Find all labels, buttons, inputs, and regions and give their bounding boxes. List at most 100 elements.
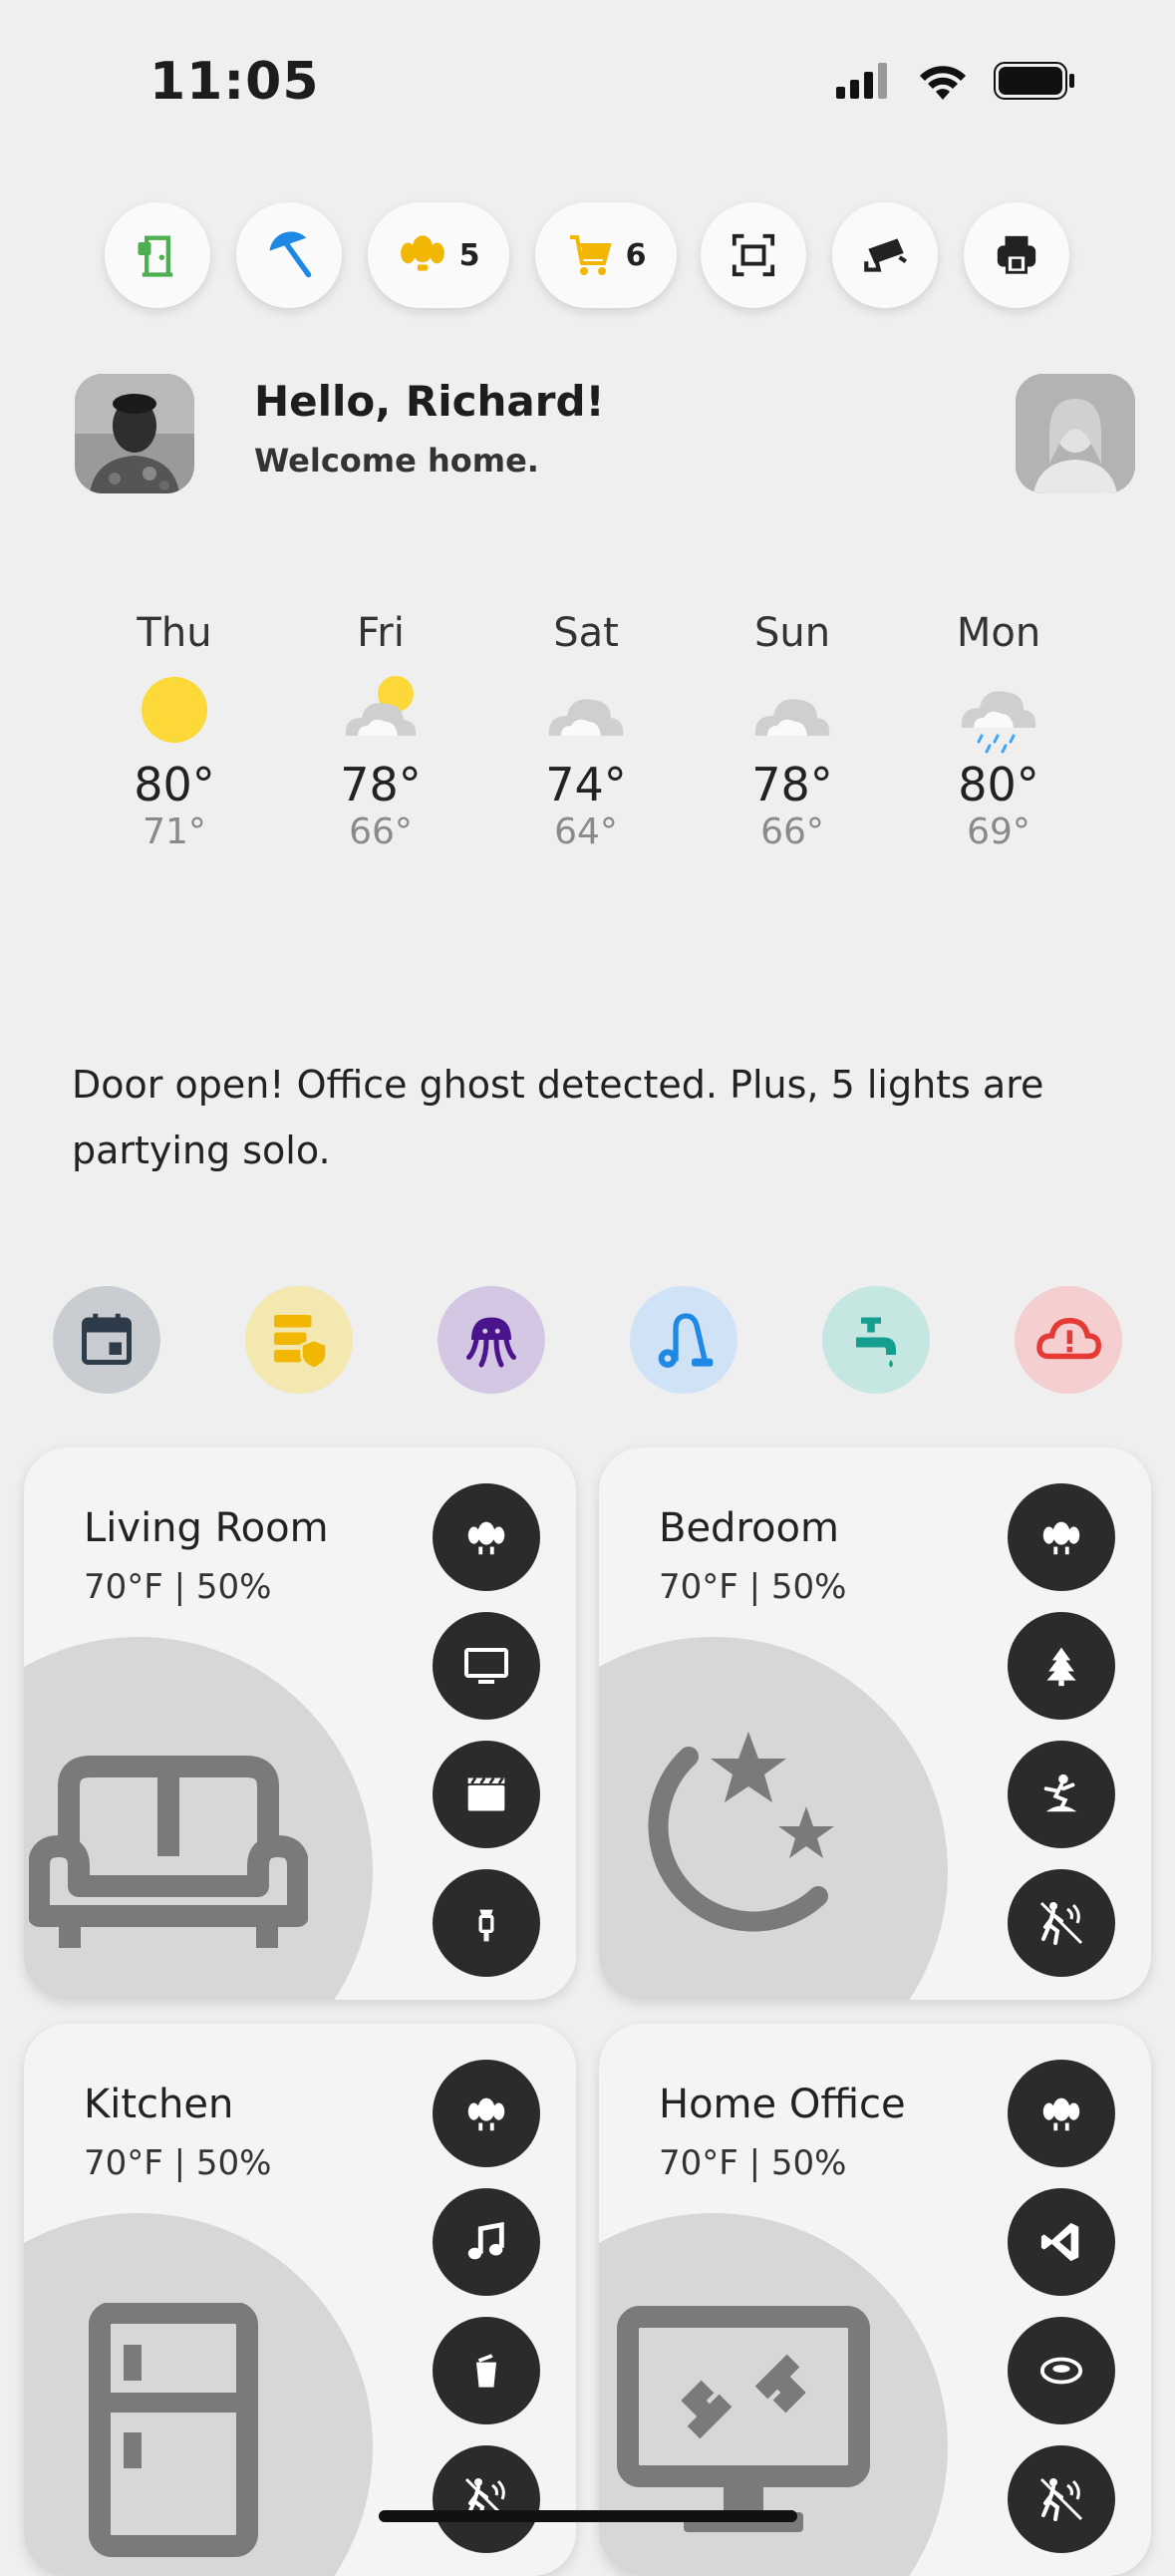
- room-climate: 70°F | 50%: [84, 2143, 272, 2183]
- chip-lights[interactable]: 5: [368, 202, 509, 308]
- kitchen-light-button[interactable]: [433, 2060, 540, 2167]
- app-calendar[interactable]: [53, 1286, 160, 1394]
- home-indicator[interactable]: [379, 2510, 797, 2522]
- room-climate: 70°F | 50%: [659, 1567, 847, 1607]
- lantern-icon: [478, 1909, 494, 1942]
- sunny-icon: [142, 677, 207, 743]
- cloudy-icon: [548, 699, 624, 736]
- pine-tree-icon: [1046, 1647, 1076, 1687]
- lights-count: 5: [458, 237, 480, 273]
- weather-day-fri: Fri 78° 66°: [316, 610, 445, 852]
- user-avatar[interactable]: [75, 374, 194, 493]
- weather-day-label: Mon: [956, 610, 1041, 656]
- office-vscode-button[interactable]: [1008, 2188, 1115, 2296]
- wifi-icon: [920, 66, 966, 100]
- kitchen-music-button[interactable]: [433, 2188, 540, 2296]
- ceiling-light-icon: [1042, 2097, 1080, 2131]
- shopping-cart-icon: [569, 235, 612, 275]
- shopping-count: 6: [625, 237, 647, 273]
- ceiling-light-icon: [467, 1521, 505, 1555]
- status-icons: [836, 62, 1075, 100]
- motion-sensor-off-icon: [1039, 1901, 1083, 1945]
- bedroom-motion-button[interactable]: [1008, 1869, 1115, 1977]
- room-climate: 70°F | 50%: [84, 1567, 272, 1607]
- weather-day-label: Sat: [553, 610, 619, 656]
- server-shield-icon: [274, 1315, 328, 1370]
- office-motion-button[interactable]: [1008, 2445, 1115, 2553]
- app-cloud-alert[interactable]: [1015, 1286, 1122, 1394]
- room-name: Bedroom: [659, 1505, 839, 1551]
- weather-day-thu: Thu 80° 71°: [110, 610, 239, 852]
- office-vacuum-button[interactable]: [1008, 2317, 1115, 2424]
- app-vacuum[interactable]: [630, 1286, 737, 1394]
- app-jellyfish[interactable]: [438, 1286, 545, 1394]
- living-room-light-button[interactable]: [433, 1483, 540, 1591]
- music-note-icon: [467, 2221, 504, 2260]
- door-open-icon: [138, 235, 173, 277]
- calendar-icon: [82, 1313, 132, 1365]
- room-card-living-room[interactable]: Living Room 70°F | 50%: [24, 1448, 576, 2000]
- room-card-bedroom[interactable]: Bedroom 70°F | 50%: [599, 1448, 1151, 2000]
- cloudy-icon: [754, 699, 830, 736]
- kitchen-trash-button[interactable]: [433, 2317, 540, 2424]
- living-room-movie-button[interactable]: [433, 1741, 540, 1848]
- room-climate: 70°F | 50%: [659, 2143, 847, 2183]
- weather-day-sun: Sun 78° 66°: [728, 610, 857, 852]
- security-camera-icon: [864, 238, 907, 272]
- kitchen-motion-button[interactable]: [433, 2445, 540, 2553]
- chip-camera[interactable]: [832, 202, 938, 308]
- vscode-icon: [1040, 2222, 1079, 2262]
- ceiling-light-icon: [1042, 1521, 1080, 1555]
- chip-shopping[interactable]: 6: [535, 202, 677, 308]
- living-room-tv-button[interactable]: [433, 1612, 540, 1720]
- greeting-subtitle: Welcome home.: [254, 442, 539, 480]
- chip-weather[interactable]: [236, 202, 342, 308]
- secondary-user-avatar[interactable]: [1016, 374, 1135, 493]
- greeting-title: Hello, Richard!: [254, 377, 605, 426]
- partly-cloudy-icon: [345, 676, 417, 736]
- battery-icon: [994, 62, 1074, 100]
- bedroom-light-button[interactable]: [1008, 1483, 1115, 1591]
- weather-day-label: Sun: [753, 610, 831, 656]
- bedroom-dance-button[interactable]: [1008, 1741, 1115, 1848]
- weather-low: 69°: [967, 811, 1030, 852]
- room-card-kitchen[interactable]: Kitchen 70°F | 50%: [24, 2024, 576, 2576]
- weather-high: 74°: [545, 758, 627, 811]
- jellyfish-icon: [466, 1317, 516, 1368]
- robot-vacuum-icon: [1039, 2357, 1083, 2385]
- weather-low: 66°: [349, 811, 413, 852]
- status-message: Door open! Office ghost detected. Plus, …: [72, 1063, 1044, 1172]
- cloud-alert-icon: [1036, 1317, 1101, 1360]
- living-room-lantern-button[interactable]: [433, 1869, 540, 1977]
- weather-day-label: Thu: [137, 610, 212, 656]
- chip-scan[interactable]: [701, 202, 806, 308]
- sofa-icon: [29, 1756, 308, 1948]
- weather-day-mon: Mon 80° 69°: [934, 610, 1063, 852]
- package-printer-icon: [997, 235, 1036, 274]
- chip-package[interactable]: [964, 202, 1069, 308]
- room-card-home-office[interactable]: Home Office 70°F | 50%: [599, 2024, 1151, 2576]
- tv-icon: [464, 1648, 508, 1684]
- office-light-button[interactable]: [1008, 2060, 1115, 2167]
- app-server[interactable]: [245, 1286, 353, 1394]
- cellular-signal-icon: [836, 63, 887, 99]
- room-name: Home Office: [659, 2082, 906, 2127]
- status-time: 11:05: [149, 52, 320, 112]
- motion-sensor-off-icon: [1039, 2477, 1083, 2521]
- chip-door[interactable]: [105, 202, 210, 308]
- clapperboard-icon: [467, 1776, 505, 1811]
- weather-low: 71°: [143, 811, 206, 852]
- weather-high: 78°: [340, 758, 422, 811]
- dance-icon: [1043, 1773, 1077, 1812]
- bedroom-tree-button[interactable]: [1008, 1612, 1115, 1720]
- app-water[interactable]: [822, 1286, 930, 1394]
- weather-day-sat: Sat 74° 64°: [521, 610, 651, 852]
- ceiling-light-icon: [467, 2097, 505, 2131]
- rainy-icon: [961, 691, 1036, 754]
- weather-high: 80°: [958, 758, 1039, 811]
- umbrella-icon: [269, 231, 312, 278]
- faucet-icon: [856, 1317, 896, 1368]
- weather-low: 66°: [760, 811, 824, 852]
- moon-stars-icon: [648, 1732, 834, 1932]
- vacuum-icon: [658, 1313, 714, 1368]
